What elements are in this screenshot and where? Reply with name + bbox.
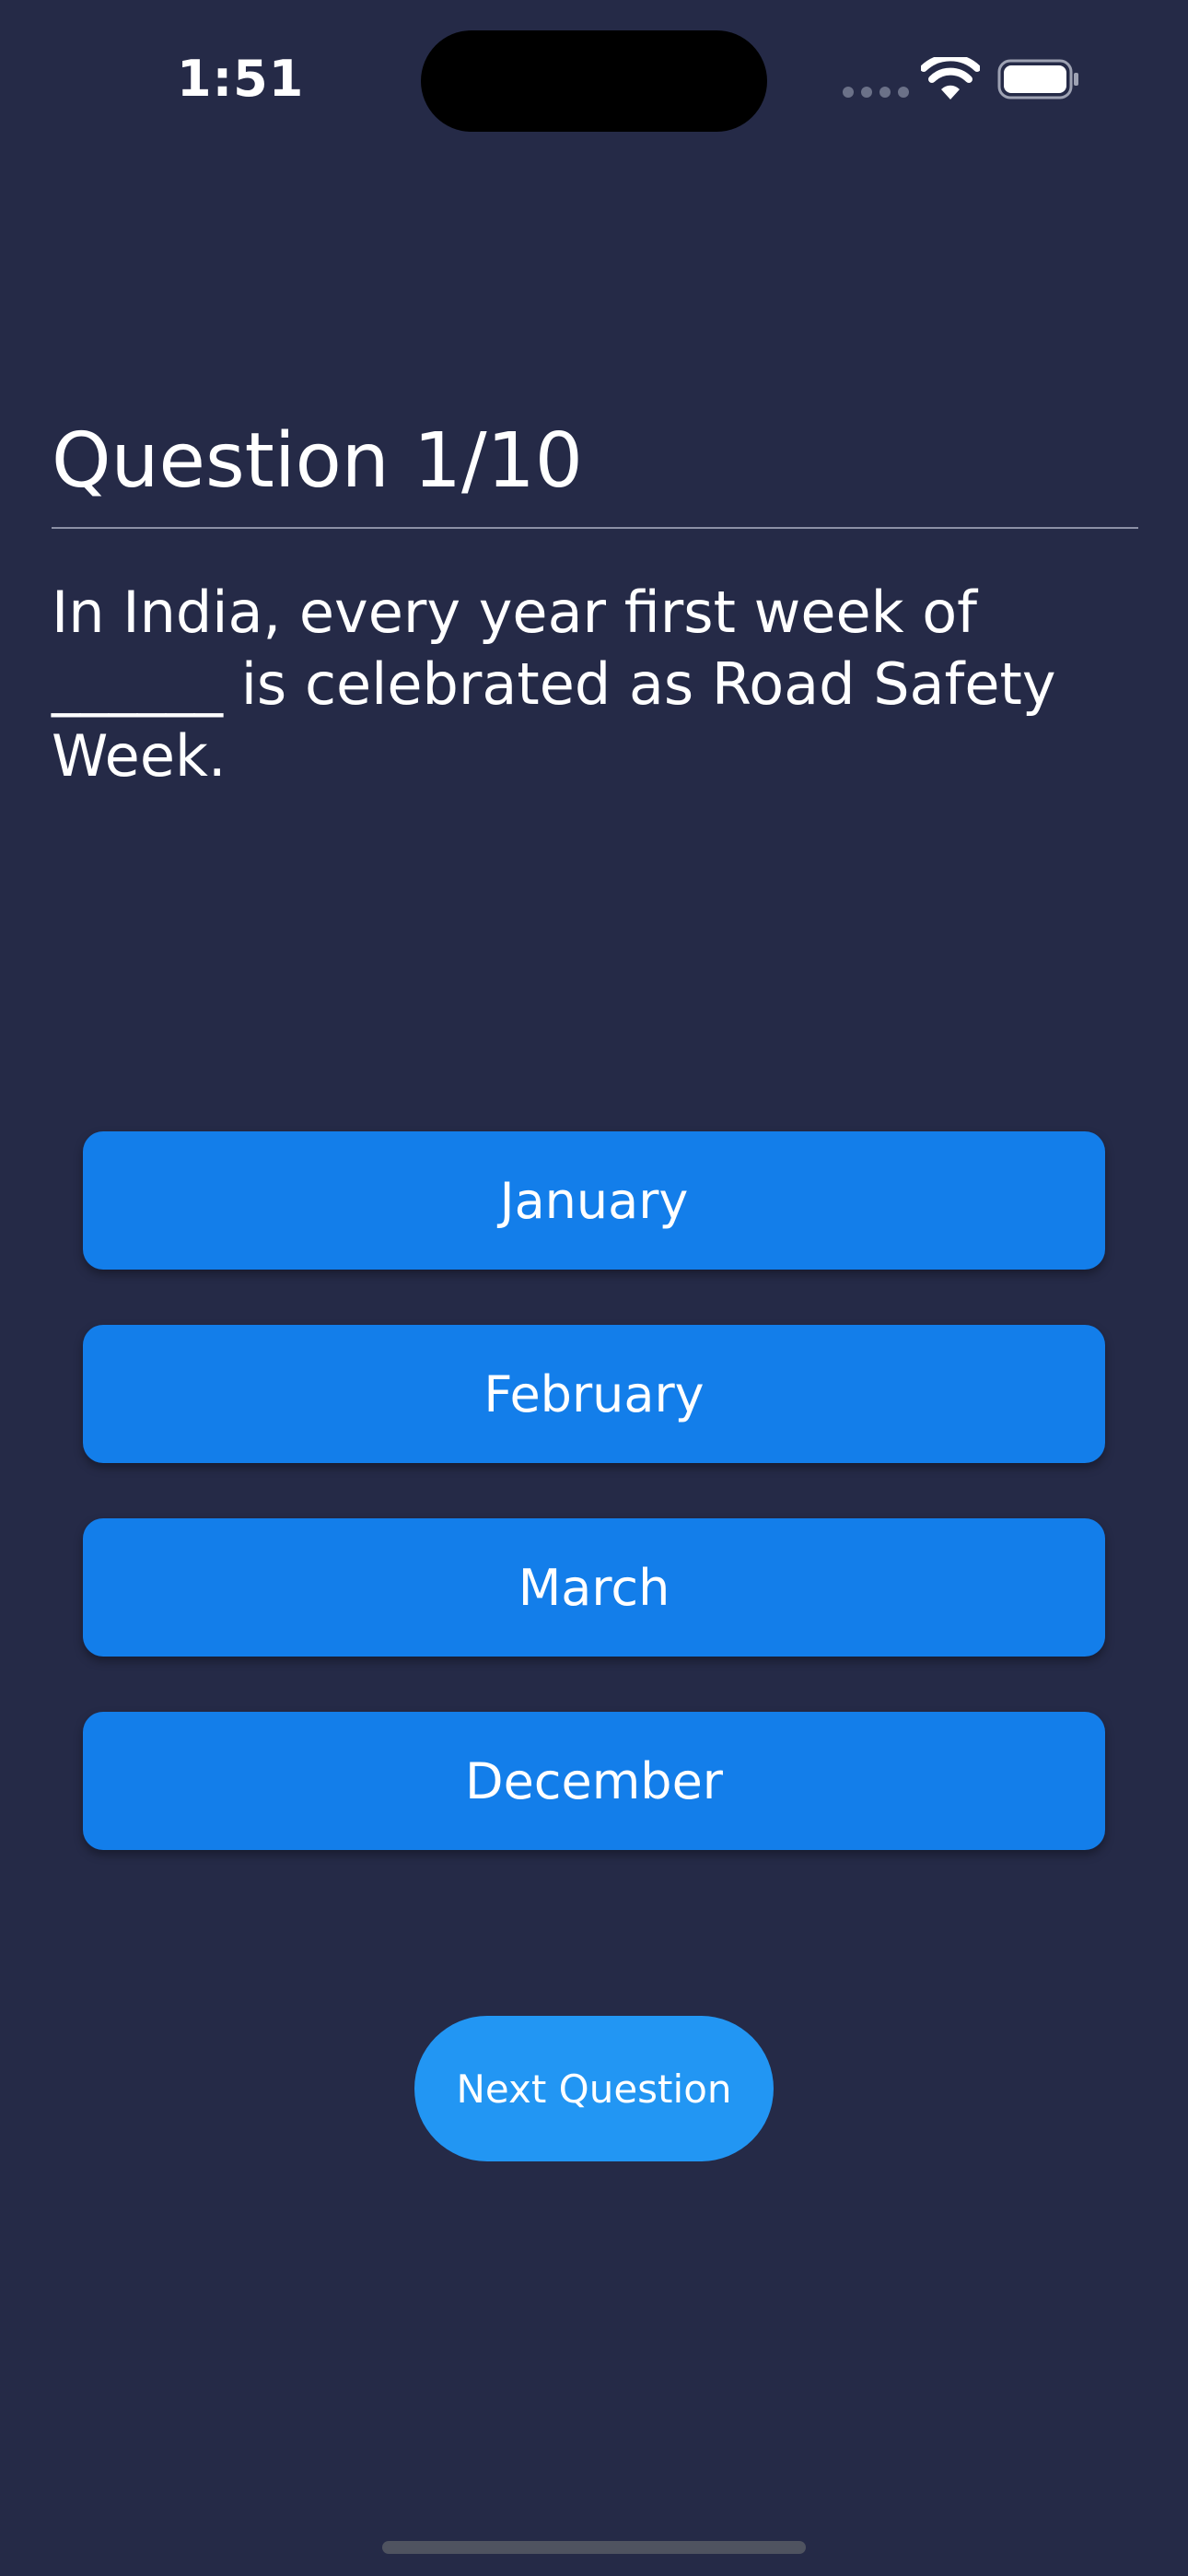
cellular-signal-icon [843,87,909,98]
answer-label: January [499,1171,689,1230]
home-indicator[interactable] [382,2541,806,2554]
answer-button-december[interactable]: December [83,1712,1105,1850]
next-question-label: Next Question [456,2066,732,2112]
battery-icon [997,59,1078,100]
answer-label: December [464,1751,724,1810]
answer-button-february[interactable]: February [83,1325,1105,1463]
question-text: In India, every year first week of _____… [52,579,1056,790]
question-counter: Question 1/10 [52,417,583,505]
divider [52,527,1138,529]
answer-button-january[interactable]: January [83,1131,1105,1270]
answer-label: February [483,1364,705,1423]
next-question-button[interactable]: Next Question [414,2016,774,2161]
answer-button-march[interactable]: March [83,1518,1105,1657]
wifi-icon [921,57,980,100]
answer-label: March [518,1558,670,1617]
status-time: 1:51 [177,50,305,108]
dynamic-island [421,30,767,132]
